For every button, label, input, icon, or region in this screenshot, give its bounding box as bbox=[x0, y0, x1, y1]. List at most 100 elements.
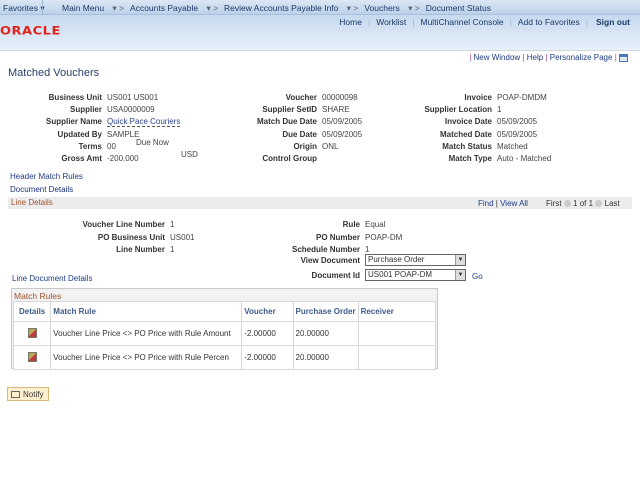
table-row: Voucher Line Price <> PO Price with Rule… bbox=[12, 321, 437, 346]
dropdown-arrow-icon: ▼ bbox=[455, 255, 465, 265]
breadcrumb-item[interactable]: Accounts Payable bbox=[130, 3, 198, 13]
field-value: Equal bbox=[365, 220, 386, 229]
column-header: Receiver bbox=[357, 301, 437, 322]
field-label: Schedule Number bbox=[291, 245, 360, 254]
line-details-bar: Line Details Find | View All First 1 of … bbox=[8, 197, 632, 209]
field-label: Match Type bbox=[448, 154, 492, 163]
go-link[interactable]: Go bbox=[472, 272, 483, 281]
last-label: Last bbox=[604, 199, 620, 208]
view-document-label: View Document bbox=[300, 256, 360, 265]
column-header: Voucher bbox=[241, 301, 294, 322]
terms-description: Due Now bbox=[136, 138, 169, 147]
favorites-label: Favorites bbox=[3, 3, 38, 13]
first-label: First bbox=[546, 199, 562, 208]
field-value: 1 bbox=[365, 245, 370, 254]
breadcrumb: Main Menu ▾ > Accounts Payable ▾ > Review … bbox=[62, 3, 491, 14]
field-value: 05/09/2005 bbox=[322, 117, 363, 126]
document-details-link[interactable]: Document Details bbox=[10, 185, 73, 194]
favorites-menu[interactable]: Favorites ▾ bbox=[3, 3, 45, 14]
field-value: 1 bbox=[170, 220, 175, 229]
divider: | bbox=[585, 17, 588, 27]
help-link[interactable]: Help bbox=[527, 53, 543, 62]
cell-rule: Voucher Line Price <> PO Price with Rule… bbox=[50, 345, 243, 370]
divider: | bbox=[367, 17, 371, 27]
field-label: PO Business Unit bbox=[97, 233, 165, 242]
header-link[interactable]: Add to Favorites bbox=[518, 17, 580, 27]
field-label: Due Date bbox=[282, 130, 317, 139]
document-id-label: Document Id bbox=[311, 271, 360, 280]
notify-icon bbox=[11, 391, 20, 399]
field-label: Rule bbox=[342, 220, 360, 229]
find-link[interactable]: Find bbox=[478, 199, 494, 208]
document-id-value: US001 POAP-DM bbox=[368, 270, 433, 279]
breadcrumb-item[interactable]: Vouchers bbox=[364, 3, 399, 13]
field-value: 00 bbox=[107, 142, 116, 151]
header-link[interactable]: Worklist bbox=[376, 17, 406, 27]
field-label: Line Number bbox=[116, 245, 165, 254]
personalize-page-link[interactable]: Personalize Page bbox=[550, 53, 613, 62]
column-header: Purchase Order bbox=[292, 301, 359, 322]
field-value: USA0000009 bbox=[107, 105, 155, 114]
table-row: Voucher Line Price <> PO Price with Rule… bbox=[12, 345, 437, 370]
field-value[interactable]: Quick Pace Couriers bbox=[107, 117, 181, 127]
field-label: Invoice bbox=[464, 93, 492, 102]
header-band: Home | Worklist | MultiChannel Console | Add t… bbox=[0, 15, 640, 51]
cell-po: 20.00000 bbox=[292, 345, 359, 370]
line-details-title: Line Details bbox=[11, 198, 53, 207]
header-links: Home | Worklist | MultiChannel Console | Add t… bbox=[333, 17, 630, 27]
page-links: | New Window | Help | Personalize Page | bbox=[469, 53, 628, 62]
field-value: 1 bbox=[497, 105, 502, 114]
field-value: US001 bbox=[170, 233, 195, 242]
field-value: Matched bbox=[497, 142, 528, 151]
match-rules-table: Details Match Rule Voucher Purchase Order Re… bbox=[12, 301, 437, 370]
sign-out-link[interactable]: Sign out bbox=[596, 17, 630, 27]
cell-po: 20.00000 bbox=[292, 321, 359, 346]
field-value: 00000098 bbox=[322, 93, 358, 102]
details-icon[interactable] bbox=[27, 351, 37, 362]
field-label: Voucher Line Number bbox=[82, 220, 165, 229]
new-window-link[interactable]: New Window bbox=[474, 53, 521, 62]
field-label: Business Unit bbox=[48, 93, 102, 102]
view-all-link[interactable]: View All bbox=[500, 199, 528, 208]
field-label: Supplier Location bbox=[424, 105, 492, 114]
field-value: -200.000 bbox=[107, 154, 139, 163]
oracle-logo: ORACLE bbox=[0, 25, 61, 38]
field-value: US001 US001 bbox=[107, 93, 159, 102]
top-nav-bar: Favorites ▾ Main Menu ▾ > Accounts Payabl… bbox=[0, 0, 640, 15]
document-id-select[interactable]: US001 POAP-DM ▼ bbox=[365, 269, 466, 281]
header-match-rules-link[interactable]: Header Match Rules bbox=[10, 172, 83, 181]
field-label: Matched Date bbox=[439, 130, 492, 139]
field-value: ONL bbox=[322, 142, 339, 151]
currency: USD bbox=[181, 150, 198, 159]
field-label: Match Due Date bbox=[256, 117, 317, 126]
header-link[interactable]: Home bbox=[339, 17, 362, 27]
view-document-select[interactable]: Purchase Order ▼ bbox=[365, 254, 466, 266]
details-icon[interactable] bbox=[27, 327, 37, 338]
field-label: Voucher bbox=[285, 93, 317, 102]
cell-receiver bbox=[357, 345, 437, 370]
field-value: Auto - Matched bbox=[497, 154, 552, 163]
divider bbox=[42, 0, 43, 15]
details-cell bbox=[12, 321, 52, 346]
field-label: Control Group bbox=[262, 154, 317, 163]
breadcrumb-item[interactable]: Main Menu bbox=[62, 3, 104, 13]
previous-icon[interactable] bbox=[563, 200, 571, 208]
field-value: 05/09/2005 bbox=[497, 130, 538, 139]
header-link[interactable]: MultiChannel Console bbox=[421, 17, 504, 27]
breadcrumb-item[interactable]: Review Accounts Payable Info bbox=[224, 3, 338, 13]
breadcrumb-separator: ▾ > bbox=[110, 3, 125, 13]
cell-rule: Voucher Line Price <> PO Price with Rule… bbox=[50, 321, 243, 346]
calendar-icon[interactable] bbox=[619, 53, 628, 62]
field-label: Origin bbox=[293, 142, 317, 151]
line-document-details-link[interactable]: Line Document Details bbox=[12, 274, 92, 283]
grid-header-row: Details Match Rule Voucher Purchase Order Re… bbox=[12, 301, 437, 322]
row-count: 1 of 1 bbox=[573, 199, 594, 208]
breadcrumb-item[interactable]: Document Status bbox=[426, 3, 491, 13]
field-value: 05/09/2005 bbox=[322, 130, 363, 139]
notify-label: Notify bbox=[23, 390, 44, 399]
cell-voucher: -2.00000 bbox=[241, 321, 294, 346]
details-cell bbox=[12, 345, 52, 370]
next-icon[interactable] bbox=[595, 200, 603, 208]
breadcrumb-separator: ▾ > bbox=[204, 3, 219, 13]
notify-button[interactable]: Notify bbox=[7, 387, 49, 401]
